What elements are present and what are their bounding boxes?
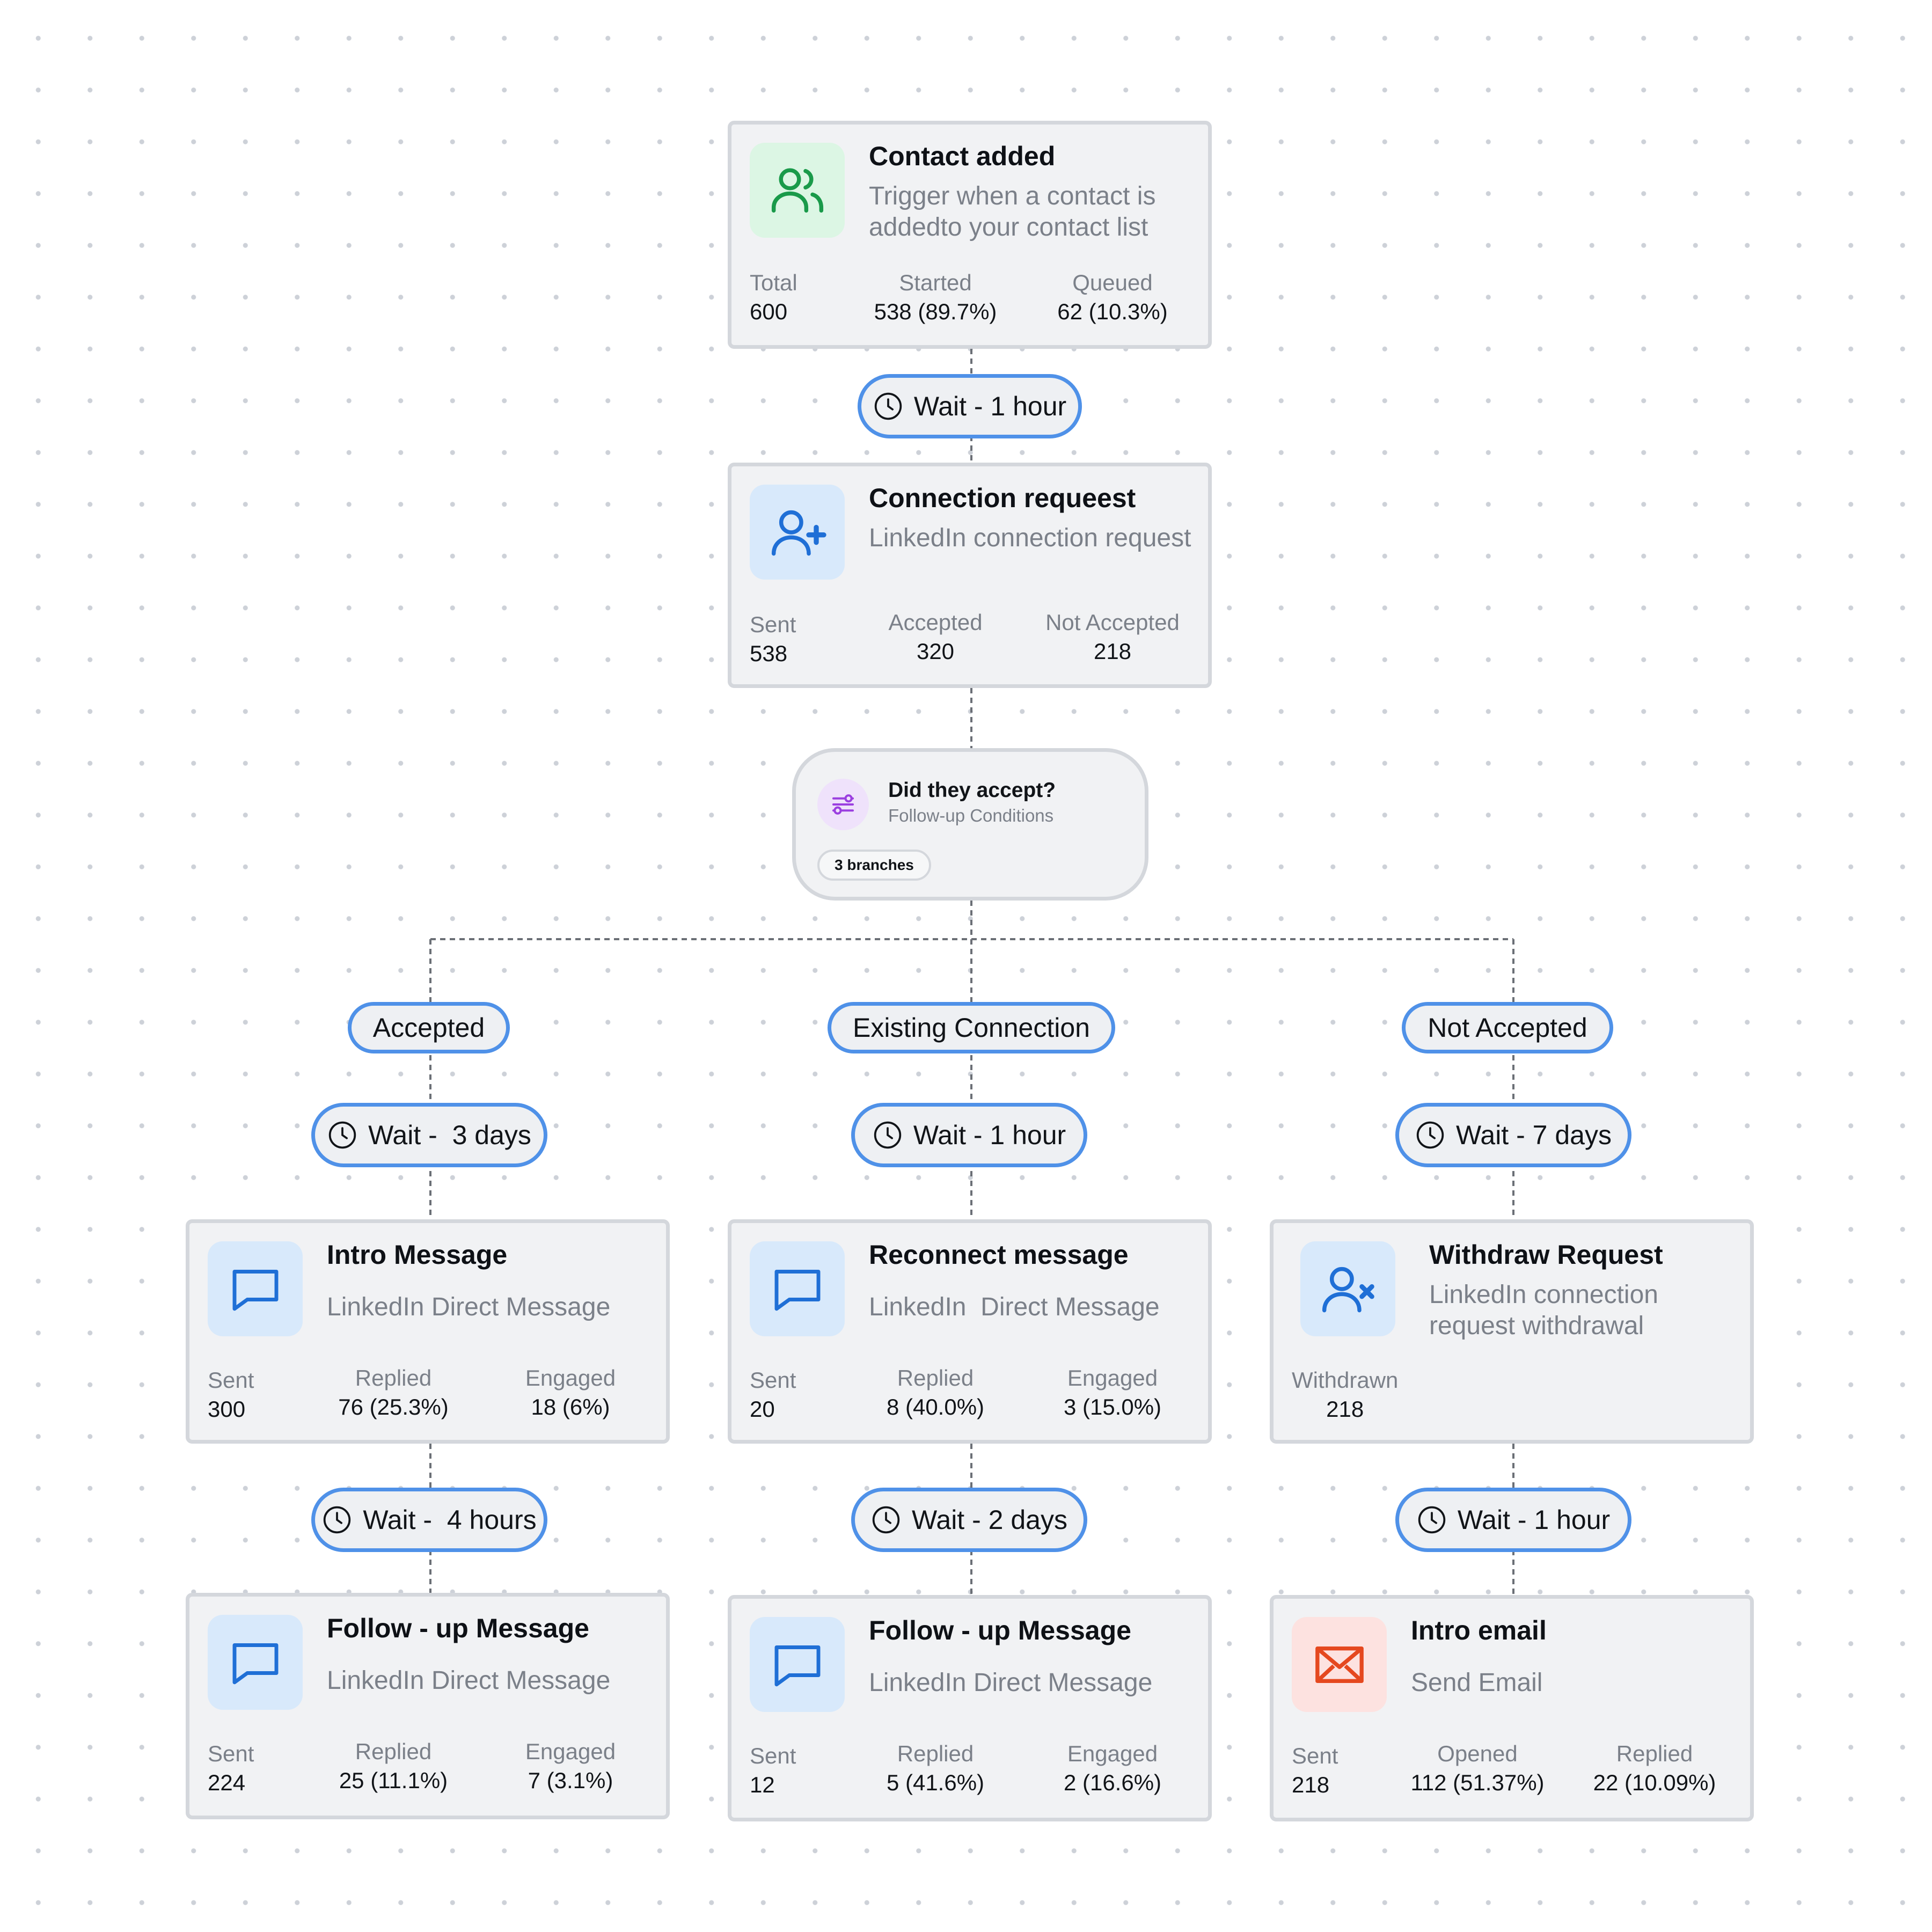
clock-icon (1418, 1506, 1446, 1534)
step-subtitle: LinkedIn Direct Message (327, 1293, 611, 1321)
clock-icon (1416, 1121, 1444, 1149)
step-subtitle: Send Email (1411, 1668, 1543, 1697)
branch-label-text: Not Accepted (1428, 1013, 1587, 1043)
step-title: Intro email (1411, 1615, 1547, 1645)
wait-pill[interactable]: Wait - 1 hour (1395, 1488, 1631, 1552)
step-subtitle: LinkedIn Direct Message (327, 1666, 611, 1695)
step-title: Follow - up Message (869, 1615, 1131, 1645)
intro-message-card[interactable]: Intro Message LinkedIn Direct Message Se… (186, 1219, 670, 1444)
trigger-title: Contact added (869, 141, 1056, 171)
users-icon (750, 143, 845, 238)
wait-label: Wait - 1 hour (913, 1120, 1066, 1150)
step-title: Intro Message (327, 1240, 508, 1270)
wait-label: Wait - 4 hours (363, 1505, 537, 1535)
user-plus-icon (750, 485, 845, 580)
clock-icon (872, 1506, 900, 1534)
clock-icon (874, 392, 902, 420)
reconnect-message-card[interactable]: Reconnect message LinkedIn Direct Messag… (728, 1219, 1212, 1444)
message-icon (208, 1241, 303, 1336)
connection-title: Connection requeest (869, 483, 1136, 513)
wait-label: Wait - 7 days (1456, 1120, 1612, 1150)
wait-pill[interactable]: Wait - 4 hours (311, 1488, 547, 1552)
stat-total: Total 600 (750, 270, 797, 324)
wait-pill[interactable]: Wait - 1 hour (851, 1103, 1087, 1167)
wait-label: Wait - 1 hour (1457, 1505, 1611, 1535)
stat-sent: Sent 300 (208, 1367, 254, 1422)
connection-subtitle: LinkedIn connection request (869, 524, 1191, 552)
stat-sent: Sent 20 (750, 1367, 796, 1422)
envelope-icon (1292, 1617, 1387, 1712)
condition-node[interactable]: Did they accept? Follow-up Conditions 3 … (792, 748, 1148, 901)
branch-label-text: Existing Connection (853, 1013, 1090, 1043)
step-title: Withdraw Request (1429, 1240, 1663, 1270)
step-title: Follow - up Message (327, 1613, 589, 1643)
step-subtitle: LinkedIn Direct Message (869, 1668, 1153, 1697)
stat-sent: Sent 224 (208, 1741, 254, 1795)
wait-label: Wait - 1 hour (913, 391, 1067, 421)
message-icon (208, 1615, 303, 1710)
wait-pill[interactable]: Wait - 1 hour (858, 374, 1082, 438)
stat-sent: Sent 538 (750, 612, 796, 666)
clock-icon (328, 1121, 356, 1149)
user-x-icon (1300, 1241, 1395, 1336)
wait-label: Wait - 2 days (912, 1505, 1067, 1535)
condition-title: Did they accept? (888, 779, 1056, 802)
wait-pill[interactable]: Wait - 7 days (1395, 1103, 1631, 1167)
wait-pill[interactable]: Wait - 2 days (851, 1488, 1087, 1552)
branch-sliders-icon (817, 779, 869, 830)
wait-label: Wait - 3 days (368, 1120, 531, 1150)
clock-icon (874, 1121, 902, 1149)
branch-label-existing-connection[interactable]: Existing Connection (828, 1002, 1115, 1053)
stat-sent: Sent 12 (750, 1743, 796, 1797)
message-icon (750, 1241, 845, 1336)
trigger-card[interactable]: Contact added Trigger when a contact is … (728, 121, 1212, 349)
follow-up-message-card[interactable]: Follow - up Message LinkedIn Direct Mess… (728, 1595, 1212, 1821)
trigger-subtitle: Trigger when a contact is addedto your c… (869, 182, 1156, 241)
branches-badge: 3 branches (817, 850, 931, 881)
step-subtitle: LinkedIn connection request withdrawal (1429, 1280, 1658, 1340)
withdraw-request-card[interactable]: Withdraw Request LinkedIn connection req… (1270, 1219, 1754, 1444)
branch-label-accepted[interactable]: Accepted (348, 1002, 510, 1053)
intro-email-card[interactable]: Intro email Send Email Sent 218 Opened 112… (1270, 1595, 1754, 1821)
branch-label-not-accepted[interactable]: Not Accepted (1402, 1002, 1613, 1053)
stat-withdrawn: Withdrawn 218 (1292, 1367, 1399, 1422)
follow-up-message-card[interactable]: Follow - up Message LinkedIn Direct Mess… (186, 1593, 670, 1819)
stat-sent: Sent 218 (1292, 1743, 1338, 1797)
connection-request-card[interactable]: Connection requeest LinkedIn connection … (728, 463, 1212, 688)
message-icon (750, 1617, 845, 1712)
step-title: Reconnect message (869, 1240, 1129, 1270)
clock-icon (324, 1506, 351, 1534)
branch-label-text: Accepted (372, 1013, 485, 1043)
step-subtitle: LinkedIn Direct Message (869, 1293, 1160, 1321)
wait-pill[interactable]: Wait - 3 days (311, 1103, 547, 1167)
condition-subtitle: Follow-up Conditions (888, 806, 1054, 825)
